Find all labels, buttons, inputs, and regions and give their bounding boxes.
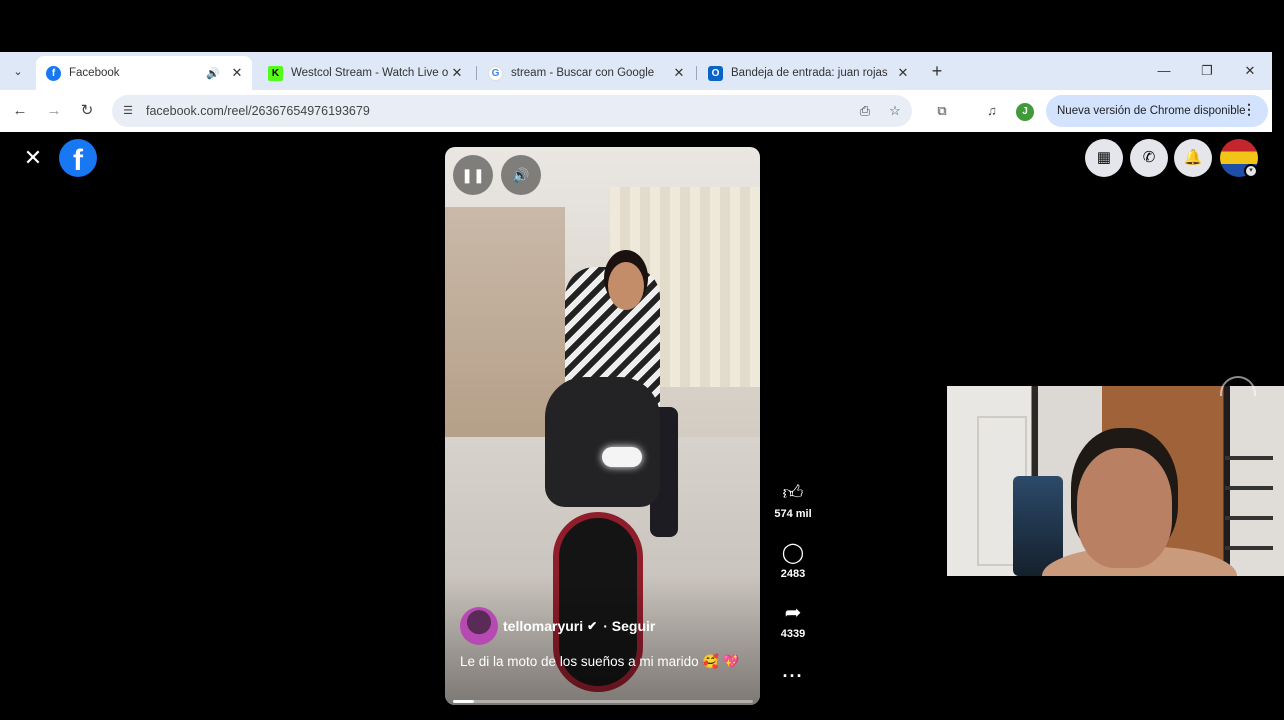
author-avatar[interactable] xyxy=(460,607,498,645)
browser-chrome: ⌄ f Facebook 🔊 ✕ K Westcol Stream - Watc… xyxy=(0,52,1272,132)
comment-button[interactable]: ◯ 2483 xyxy=(770,540,816,580)
comment-count: 2483 xyxy=(780,568,806,580)
extensions-icon[interactable]: ⧉ xyxy=(931,100,953,122)
chrome-update-button[interactable]: Nueva versión de Chrome disponible ⋮ xyxy=(1046,95,1268,127)
bookmark-star-icon[interactable]: ☆ xyxy=(886,103,904,119)
kick-favicon-icon: K xyxy=(268,65,283,81)
restore-icon[interactable]: ❐ xyxy=(1197,61,1217,81)
webcam-scene xyxy=(1225,456,1273,460)
messenger-icon[interactable]: ✆ xyxy=(1130,139,1168,177)
tab-title: Westcol Stream - Watch Live on xyxy=(291,67,448,79)
tab-outlook-inbox[interactable]: O Bandeja de entrada: juan rojas ✕ xyxy=(698,56,918,90)
screen: ⌄ f Facebook 🔊 ✕ K Westcol Stream - Watc… xyxy=(0,0,1284,720)
update-label: Nueva versión de Chrome disponible xyxy=(1057,105,1246,117)
tab-divider xyxy=(696,66,697,80)
account-chevron-icon[interactable]: ▾ xyxy=(1244,164,1258,178)
video-scene xyxy=(602,447,642,467)
author-name[interactable]: tellomaryuri xyxy=(503,618,583,634)
menu-kebab-icon[interactable]: ⋮ xyxy=(1242,101,1256,118)
tab-westcol-stream[interactable]: K Westcol Stream - Watch Live on ✕ xyxy=(258,56,472,90)
reel-caption[interactable]: Le di la moto de los sueños a mi marido … xyxy=(460,652,745,672)
share-button[interactable]: ➦ 4339 xyxy=(770,600,816,640)
webcam-scene xyxy=(1077,448,1172,568)
outlook-favicon-icon: O xyxy=(708,65,723,81)
install-app-icon[interactable]: ⎙ xyxy=(856,103,874,119)
tab-google-search[interactable]: G stream - Buscar con Google ✕ xyxy=(478,56,694,90)
tab-search-chevron-icon[interactable]: ⌄ xyxy=(6,60,30,82)
video-scene xyxy=(608,262,644,310)
close-tab-icon[interactable]: ✕ xyxy=(894,65,912,81)
verified-badge-icon: ✔ xyxy=(587,619,598,633)
profile-avatar[interactable]: J xyxy=(1016,103,1034,121)
address-bar[interactable]: ☰ facebook.com/reel/26367654976193679 ⎙ … xyxy=(112,95,912,127)
comment-bubble-icon: ◯ xyxy=(781,542,805,564)
google-favicon-icon: G xyxy=(488,65,503,81)
close-tab-icon[interactable]: ✕ xyxy=(448,65,466,81)
like-count: 574 mil xyxy=(774,508,812,520)
close-window-icon[interactable]: ✕ xyxy=(1240,61,1260,81)
share-arrow-icon: ➦ xyxy=(784,602,802,624)
menu-grid-icon[interactable]: ▦ xyxy=(1085,139,1123,177)
thumbs-up-icon: 👍︎ xyxy=(782,482,804,504)
close-tab-icon[interactable]: ✕ xyxy=(228,65,246,81)
loading-ring-icon xyxy=(1220,376,1256,396)
back-icon[interactable]: ← xyxy=(9,100,31,122)
tab-strip: ⌄ f Facebook 🔊 ✕ K Westcol Stream - Watc… xyxy=(0,52,1272,90)
volume-icon[interactable]: 🔊 xyxy=(501,155,541,195)
video-progress-bar[interactable] xyxy=(453,700,753,703)
dot-separator: · xyxy=(603,618,612,634)
tab-facebook[interactable]: f Facebook 🔊 ✕ xyxy=(36,56,252,90)
tab-title: Facebook xyxy=(69,67,120,79)
share-count: 4339 xyxy=(780,628,806,640)
minimize-icon[interactable]: — xyxy=(1154,61,1174,81)
facebook-favicon-icon: f xyxy=(46,65,61,81)
tab-divider xyxy=(476,66,477,80)
tab-title: stream - Buscar con Google xyxy=(511,67,655,79)
notifications-bell-icon[interactable]: 🔔 xyxy=(1174,139,1212,177)
video-scene xyxy=(545,377,660,507)
webcam-overlay xyxy=(947,386,1284,576)
new-tab-icon[interactable]: + xyxy=(926,60,948,82)
close-reel-icon[interactable]: ✕ xyxy=(22,147,44,169)
more-options-icon[interactable]: ··· xyxy=(770,666,816,687)
reload-icon[interactable]: ↻ xyxy=(76,100,98,122)
forward-icon[interactable]: → xyxy=(43,100,65,122)
facebook-logo[interactable]: f xyxy=(59,139,97,177)
follow-button[interactable]: Seguir xyxy=(612,618,656,634)
url-text[interactable]: facebook.com/reel/26367654976193679 xyxy=(146,104,370,118)
media-controls-icon[interactable]: ♫ xyxy=(981,100,1003,122)
site-info-icon[interactable]: ☰ xyxy=(120,103,136,119)
close-tab-icon[interactable]: ✕ xyxy=(670,65,688,81)
browser-toolbar: ← → ↻ ☰ facebook.com/reel/26367654976193… xyxy=(0,90,1272,132)
audio-playing-icon[interactable]: 🔊 xyxy=(206,67,220,80)
pause-icon[interactable]: ❚❚ xyxy=(453,155,493,195)
video-progress-fill xyxy=(453,700,474,703)
author-row: tellomaryuri ✔ · Seguir xyxy=(460,607,655,645)
tab-title: Bandeja de entrada: juan rojas xyxy=(731,67,888,79)
reel-video[interactable]: ❚❚ 🔊 tellomaryuri ✔ · Seguir Le di la mo… xyxy=(445,147,760,705)
like-button[interactable]: 👍︎ 574 mil xyxy=(770,480,816,520)
